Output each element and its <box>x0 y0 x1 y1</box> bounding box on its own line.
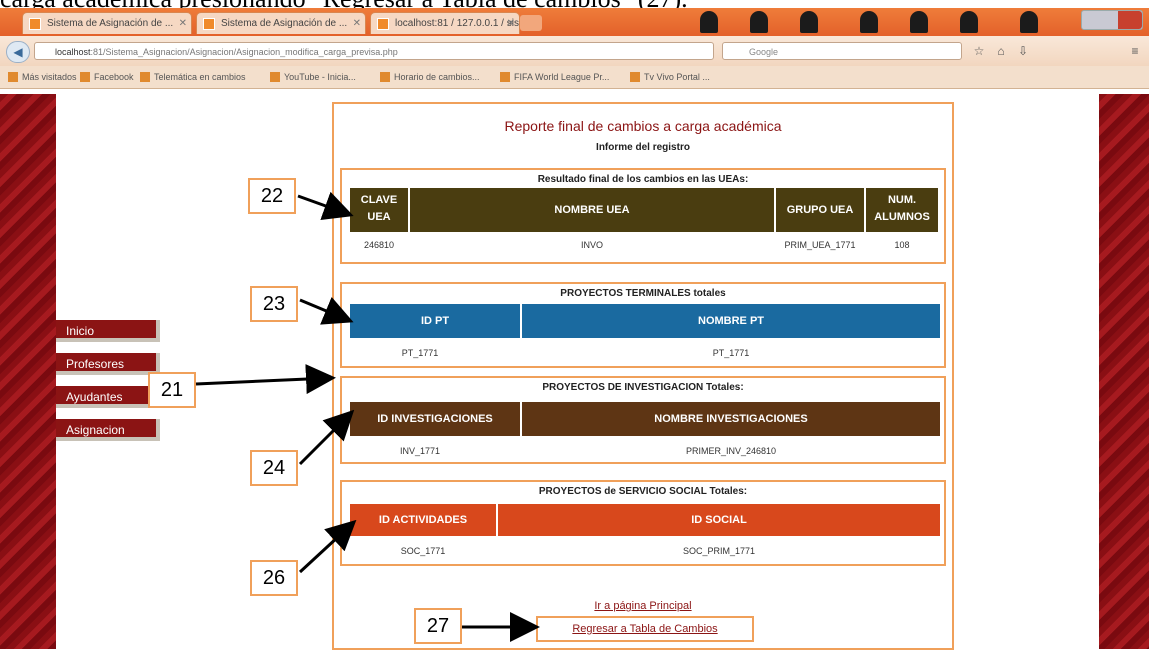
section-title: PROYECTOS DE INVESTIGACION Totales: <box>542 382 744 393</box>
column-header: GRUPO UEA <box>776 188 864 232</box>
new-tab-button[interactable] <box>520 15 542 31</box>
column-header: ID ACTIVIDADES <box>350 504 496 536</box>
left-decoration <box>0 94 56 649</box>
research-projects-section: PROYECTOS DE INVESTIGACION Totales: ID I… <box>340 376 946 464</box>
back-to-changes-link[interactable]: Regresar a Tabla de Cambios <box>536 616 754 642</box>
table-cell: INV_1771 <box>399 446 441 456</box>
page-favicon-icon <box>203 18 215 30</box>
column-header: NUM. ALUMNOS <box>866 188 938 232</box>
theme-figure-icon <box>700 11 718 33</box>
tab-bar: Sistema de Asignación de ... ✕ Sistema d… <box>0 8 1149 36</box>
download-icon[interactable]: ⇩ <box>1016 44 1030 58</box>
menu-item-profesores[interactable]: Profesores <box>56 353 160 375</box>
theme-figure-icon <box>910 11 928 33</box>
callout-23: 23 <box>250 286 298 322</box>
table-cell: 108 <box>894 240 910 250</box>
theme-figure-icon <box>800 11 818 33</box>
uea-results-section: Resultado final de los cambios en las UE… <box>340 168 946 264</box>
social-service-section: PROYECTOS de SERVICIO SOCIAL Totales: ID… <box>340 480 946 566</box>
column-header: CLAVE UEA <box>350 188 408 232</box>
bookmark-item[interactable]: Tv Vivo Portal ... <box>630 70 710 84</box>
right-decoration <box>1099 94 1149 649</box>
table-cell: SOC_1771 <box>400 546 446 556</box>
browser-window: Sistema de Asignación de ... ✕ Sistema d… <box>0 8 1149 94</box>
theme-figure-icon <box>960 11 978 33</box>
close-tab-icon[interactable]: ✕ <box>179 13 187 34</box>
window-close-icon[interactable] <box>1118 11 1142 29</box>
column-header: NOMBRE INVESTIGACIONES <box>522 402 940 436</box>
tab-label: Sistema de Asignación de ... <box>47 18 174 29</box>
page-favicon-icon <box>29 18 41 30</box>
close-tab-icon[interactable]: ✕ <box>507 13 515 34</box>
section-title: Resultado final de los cambios en las UE… <box>537 174 749 185</box>
table-cell: PRIMER_INV_246810 <box>685 446 777 456</box>
browser-tab-1[interactable]: Sistema de Asignación de ... ✕ <box>22 12 192 34</box>
url-path: :81/Sistema_Asignacion/Asignacion/Asigna… <box>90 47 398 57</box>
report-panel: Reporte final de cambios a carga académi… <box>332 102 954 650</box>
column-header: NOMBRE UEA <box>410 188 774 232</box>
navigation-bar: ◀ localhost:81/Sistema_Asignacion/Asigna… <box>0 36 1149 67</box>
menu-item-asignacion[interactable]: Asignacion <box>56 419 160 441</box>
table-cell: 246810 <box>363 240 395 250</box>
theme-figure-icon <box>860 11 878 33</box>
callout-26: 26 <box>250 560 298 596</box>
bookmark-item[interactable]: Telemática en cambios <box>140 70 246 84</box>
address-bar[interactable]: localhost:81/Sistema_Asignacion/Asignaci… <box>34 42 714 60</box>
bookmarks-bar: Más visitados Facebook Telemática en cam… <box>0 66 1149 89</box>
menu-item-inicio[interactable]: Inicio <box>56 320 160 342</box>
menu-item-ayudantes[interactable]: Ayudantes <box>56 386 160 408</box>
page-favicon-icon <box>377 18 389 30</box>
report-title: Reporte final de cambios a carga académi… <box>504 118 782 134</box>
close-tab-icon[interactable]: ✕ <box>353 13 361 34</box>
report-subtitle: Informe del registro <box>596 142 690 153</box>
search-placeholder: Google <box>749 47 779 57</box>
table-cell: PT_1771 <box>712 348 750 358</box>
table-cell: INVO <box>580 240 603 250</box>
table-cell: PRIM_UEA_1771 <box>784 240 856 250</box>
theme-figure-icon <box>1020 11 1038 33</box>
browser-tab-2[interactable]: Sistema de Asignación de ... ✕ <box>196 12 366 34</box>
section-title: PROYECTOS TERMINALES totales <box>560 288 726 299</box>
callout-27: 27 <box>414 608 462 644</box>
bookmark-item[interactable]: Horario de cambios... <box>380 70 480 84</box>
bookmark-item[interactable]: Facebook <box>80 70 134 84</box>
window-controls[interactable] <box>1081 10 1143 30</box>
bookmark-item[interactable]: FIFA World League Pr... <box>500 70 609 84</box>
tab-label: Sistema de Asignación de ... <box>221 18 348 29</box>
terminal-projects-section: PROYECTOS TERMINALES totales ID PT NOMBR… <box>340 282 946 368</box>
search-input[interactable]: Google <box>722 42 962 60</box>
bookmark-item[interactable]: YouTube - Inicia... <box>270 70 356 84</box>
side-menu: Inicio Profesores Ayudantes Asignacion <box>56 320 160 452</box>
column-header: ID INVESTIGACIONES <box>350 402 520 436</box>
back-button[interactable]: ◀ <box>6 41 30 63</box>
browser-tab-3[interactable]: localhost:81 / 127.0.0.1 / sis... ✕ <box>370 12 520 34</box>
bookmark-item[interactable]: Más visitados <box>8 70 77 84</box>
table-cell: PT_1771 <box>401 348 439 358</box>
home-icon[interactable]: ⌂ <box>994 44 1008 58</box>
star-icon[interactable]: ☆ <box>972 44 986 58</box>
column-header: ID SOCIAL <box>498 504 940 536</box>
theme-decoration <box>660 8 1090 36</box>
url-host: localhost <box>55 47 91 57</box>
column-header: NOMBRE PT <box>522 304 940 338</box>
table-cell: SOC_PRIM_1771 <box>682 546 756 556</box>
callout-24: 24 <box>250 450 298 486</box>
theme-figure-icon <box>750 11 768 33</box>
tab-label: localhost:81 / 127.0.0.1 / sis... <box>395 18 520 29</box>
callout-21: 21 <box>148 372 196 408</box>
section-title: PROYECTOS de SERVICIO SOCIAL Totales: <box>538 486 748 497</box>
callout-22: 22 <box>248 178 296 214</box>
menu-icon[interactable]: ≡ <box>1128 44 1142 58</box>
column-header: ID PT <box>350 304 520 338</box>
